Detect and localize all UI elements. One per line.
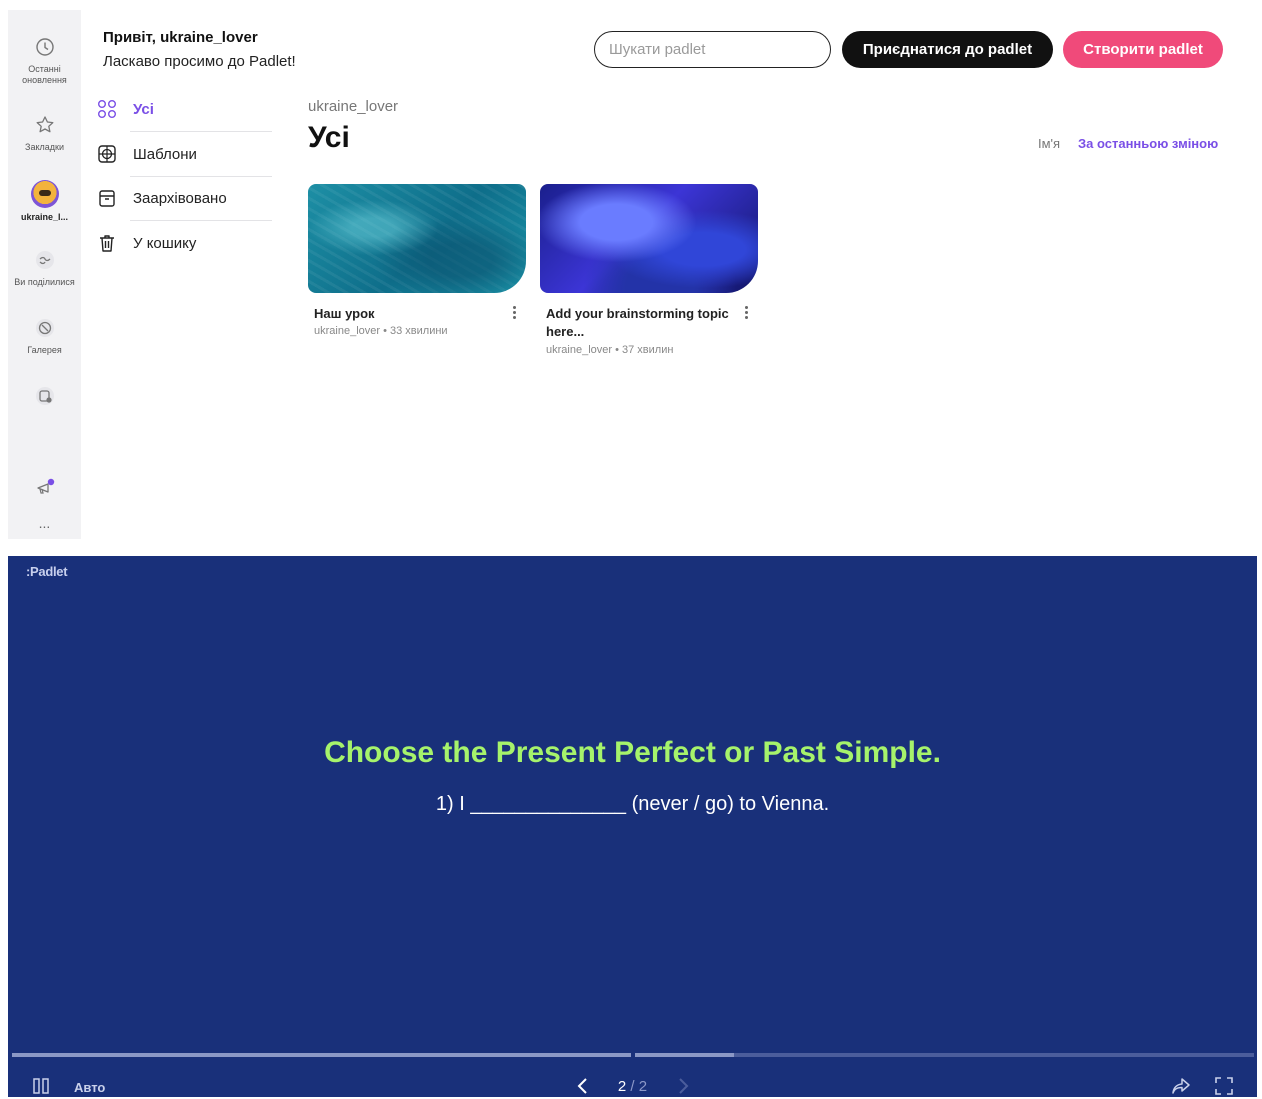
- rail-label: Останні оновлення: [22, 64, 67, 85]
- fullscreen-icon: [1215, 1077, 1233, 1095]
- grid-circles-icon: [96, 98, 118, 120]
- progress-fill: [12, 1053, 631, 1057]
- welcome-text: Ласкаво просимо до Padlet!: [103, 53, 296, 70]
- nav-item-label: У кошику: [133, 234, 197, 252]
- nav-item-trash[interactable]: У кошику: [96, 221, 272, 265]
- megaphone-icon: [36, 478, 54, 494]
- padlet-meta: ukraine_lover • 37 хвилин: [546, 344, 674, 356]
- left-rail: Останні оновлення Закладки ukraine_l... …: [8, 10, 87, 539]
- nav-item-all[interactable]: Усі: [96, 87, 272, 131]
- greeting-title: Привіт, ukraine_lover: [103, 29, 258, 46]
- rail-announcements[interactable]: [8, 474, 81, 500]
- slide-text: 1) I ______________ (never / go) to Vien…: [435, 793, 830, 815]
- breadcrumb[interactable]: ukraine_lover: [308, 98, 398, 115]
- avatar: [30, 180, 59, 208]
- rail-more-button[interactable]: ...: [8, 516, 81, 530]
- trash-icon: [96, 232, 118, 254]
- sort-by-recent[interactable]: За останньою зміною: [1078, 136, 1218, 151]
- padlet-thumbnail[interactable]: [540, 184, 758, 293]
- padlet-dashboard: Останні оновлення Закладки ukraine_l... …: [0, 0, 1262, 540]
- padlet-logo: :Padlet: [26, 564, 68, 579]
- card-menu-icon[interactable]: [744, 306, 750, 322]
- progress-fill: [635, 1053, 735, 1057]
- current-page: 2: [617, 1078, 627, 1095]
- padlet-title[interactable]: Add your brainstorming topic here...: [546, 305, 731, 341]
- handshake-icon: [35, 251, 54, 269]
- nav-item-label: Усі: [133, 100, 154, 118]
- rail-add-board[interactable]: [8, 383, 81, 409]
- rail-bookmarks[interactable]: Закладки: [8, 112, 81, 153]
- nav-item-archived[interactable]: Заархівовано: [96, 176, 272, 220]
- rail-label: Ви поділилися: [14, 277, 75, 287]
- archive-icon: [96, 187, 118, 209]
- slideshow-panel: :Padlet Choose the Present Perfect or Pa…: [8, 556, 1257, 1097]
- page-title: Усі: [308, 121, 350, 154]
- slide-title: Choose the Present Perfect or Past Simpl…: [324, 736, 941, 769]
- search-input[interactable]: [594, 31, 831, 68]
- nav-item-label: Заархівовано: [133, 189, 227, 207]
- padlet-title[interactable]: Наш урок: [314, 305, 499, 323]
- clock-icon: [35, 38, 54, 56]
- fullscreen-button[interactable]: [1215, 1077, 1233, 1098]
- next-slide-button[interactable]: [677, 1076, 691, 1099]
- rail-label: ukraine_l...: [20, 212, 69, 222]
- card-menu-icon[interactable]: [512, 306, 518, 322]
- gallery-icon: [35, 319, 54, 337]
- rail-shared[interactable]: Ви поділилися: [8, 247, 81, 288]
- rail-active-pointer: [81, 202, 87, 214]
- padlet-card[interactable]: Наш урок ukraine_lover • 33 хвилини: [308, 184, 526, 337]
- join-padlet-button[interactable]: Приєднатися до padlet: [842, 31, 1053, 68]
- rail-label: Закладки: [25, 142, 64, 152]
- nav-item-templates[interactable]: Шаблони: [96, 132, 272, 176]
- rail-label: Галерея: [27, 345, 62, 355]
- slide-counter: 2 / 2: [8, 1078, 1257, 1095]
- star-icon: [36, 116, 53, 133]
- rail-profile[interactable]: ukraine_l...: [8, 180, 81, 223]
- padlet-thumbnail[interactable]: [308, 184, 526, 293]
- total-pages: / 2: [630, 1078, 648, 1095]
- chevron-right-icon: [679, 1078, 689, 1094]
- progress-segment[interactable]: [12, 1053, 631, 1057]
- progress-segment[interactable]: [635, 1053, 1254, 1057]
- share-button[interactable]: [1171, 1077, 1191, 1098]
- add-board-icon: [35, 387, 54, 405]
- sort-by-name[interactable]: Ім'я: [1038, 136, 1060, 151]
- padlet-card[interactable]: Add your brainstorming topic here... ukr…: [540, 184, 758, 356]
- templates-icon: [96, 143, 118, 165]
- nav-item-label: Шаблони: [133, 145, 197, 163]
- share-arrow-icon: [1172, 1078, 1190, 1094]
- create-padlet-button[interactable]: Створити padlet: [1063, 31, 1223, 68]
- rail-gallery[interactable]: Галерея: [8, 315, 81, 356]
- padlet-meta: ukraine_lover • 33 хвилини: [314, 325, 448, 337]
- rail-recent-updates[interactable]: Останні оновлення: [8, 34, 81, 86]
